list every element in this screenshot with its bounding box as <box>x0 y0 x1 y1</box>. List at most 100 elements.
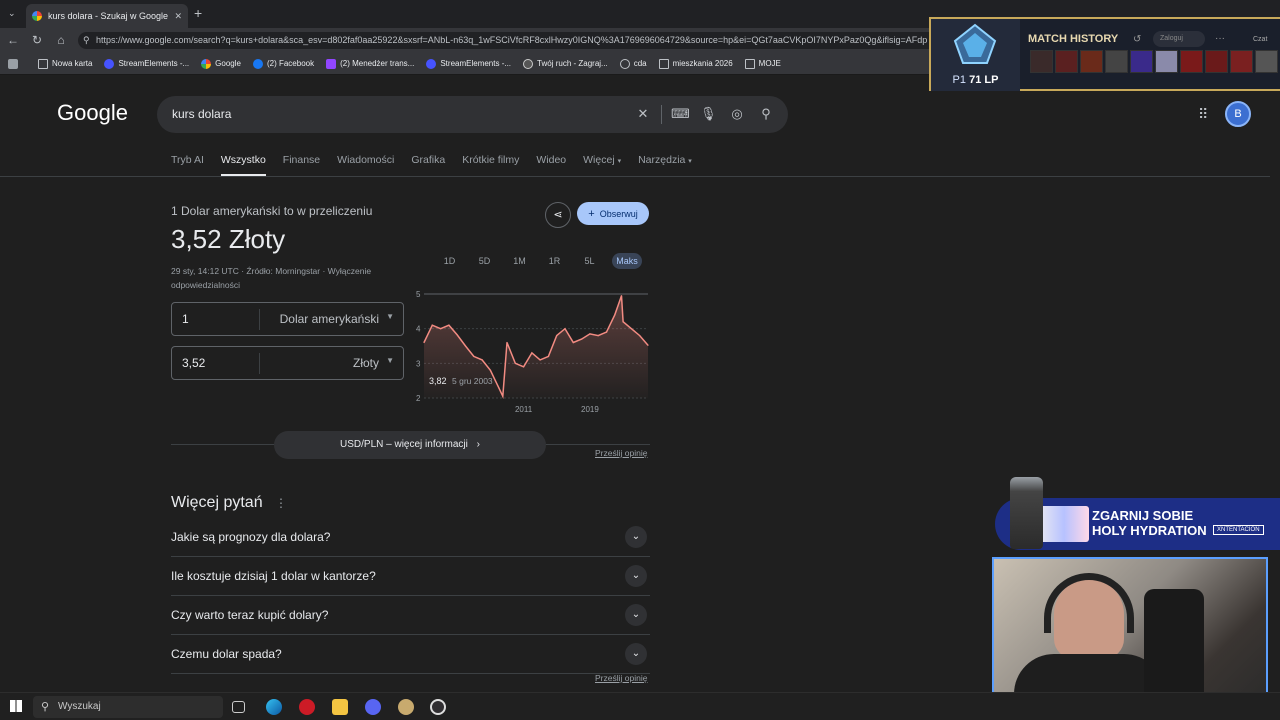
close-tab-icon[interactable]: ✕ <box>174 11 182 22</box>
more-info-button[interactable]: USD/PLN – więcej informacji › <box>274 431 546 459</box>
chevron-down-icon[interactable]: ⌄ <box>625 643 647 665</box>
to-currency-field: 3,52 Złoty ▼ <box>171 346 404 380</box>
tab-finance[interactable]: Finanse <box>283 154 320 176</box>
keyboard-icon[interactable]: ⌨ <box>671 106 690 122</box>
chart-tooltip: 3,82 5 gru 2003 <box>429 376 493 386</box>
reload-icon[interactable]: ↻ <box>30 33 44 47</box>
tab-list-chevron-icon[interactable]: ⌄ <box>8 8 16 19</box>
chart-point <box>605 331 608 333</box>
apps-grid-icon[interactable]: ⠿ <box>1198 106 1208 123</box>
browser-tab[interactable]: kurs dolara - Szukaj w Google ✕ <box>26 4 188 28</box>
chart-point <box>506 341 508 344</box>
chart-point <box>581 338 583 340</box>
obs-icon[interactable] <box>430 699 446 715</box>
home-icon[interactable]: ⌂ <box>54 33 68 47</box>
bookmark-item[interactable]: (2) Menedżer trans... <box>326 58 414 69</box>
paa-title: Więcej pytań <box>171 494 263 511</box>
file-explorer-icon[interactable] <box>332 699 348 715</box>
bookmark-item[interactable]: StreamElements -... <box>104 58 189 69</box>
chart-point <box>614 314 616 316</box>
chart-point <box>589 333 591 335</box>
tab-all[interactable]: Wszystko <box>220 154 266 176</box>
tab-videos[interactable]: Wideo <box>536 154 566 176</box>
bookmark-icon[interactable] <box>8 58 22 69</box>
converter-result: 3,52 Złoty <box>171 224 286 254</box>
taskbar-search[interactable]: ⚲ Wyszukaj <box>33 696 223 718</box>
chart-point <box>572 341 574 344</box>
to-currency-select[interactable]: Złoty <box>353 356 379 370</box>
address-bar[interactable]: https://www.google.com/search?q=kurs+dol… <box>78 32 938 49</box>
search-divider <box>661 105 662 124</box>
tab-tools[interactable]: Narzędzia ▾ <box>638 154 692 176</box>
paa-question[interactable]: Ile kosztuje dzisiaj 1 dolar w kantorze?… <box>171 557 650 596</box>
chart-point <box>464 345 467 347</box>
chevron-down-icon[interactable]: ⌄ <box>625 526 647 548</box>
google-logo[interactable]: Google <box>57 100 128 126</box>
opera-icon[interactable] <box>299 699 315 715</box>
windows-start-icon[interactable] <box>10 700 22 712</box>
back-icon[interactable]: ← <box>6 33 20 47</box>
from-currency-select[interactable]: Dolar amerykański <box>280 312 379 326</box>
league-client-icon[interactable] <box>398 699 414 715</box>
microphone-icon[interactable]: 🎙 <box>700 106 717 122</box>
windows-taskbar: ⚲ Wyszukaj <box>0 692 1280 720</box>
bookmark-item[interactable]: (2) Facebook <box>252 58 314 69</box>
chart-point <box>456 334 458 336</box>
tab-more[interactable]: Więcej ▾ <box>583 154 621 176</box>
chevron-down-icon[interactable]: ⌄ <box>625 565 647 587</box>
lens-icon[interactable]: ◎ <box>729 106 745 122</box>
history-icon: ↺ <box>1133 34 1142 45</box>
url-text: https://www.google.com/search?q=kurs+dol… <box>96 35 928 45</box>
bookmark-item[interactable]: Google <box>201 58 241 69</box>
paa-question[interactable]: Czy warto teraz kupić dolary? ⌄ <box>171 596 650 635</box>
task-view-icon[interactable] <box>232 701 245 713</box>
more-icon: ··· <box>1215 33 1225 44</box>
chart-range-selector: 1D 5D 1M 1R 5L Maks <box>432 253 642 269</box>
chevron-down-icon[interactable]: ⌄ <box>625 604 647 626</box>
paa-question[interactable]: Jakie są prognozy dla dolara? ⌄ <box>171 518 650 557</box>
follow-button[interactable]: + Obserwuj <box>577 202 649 225</box>
discord-icon[interactable] <box>365 699 381 715</box>
chart-point <box>481 359 483 361</box>
new-tab-icon[interactable]: + <box>194 5 202 21</box>
tab-ai-mode[interactable]: Tryb AI <box>171 154 204 176</box>
tab-news[interactable]: Wiadomości <box>337 154 394 176</box>
y-tick-label: 3 <box>416 359 421 368</box>
range-5d[interactable]: 5D <box>467 253 502 269</box>
search-box[interactable]: kurs dolara ✕ ⌨ 🎙 ◎ ⚲ <box>157 96 788 133</box>
range-1y[interactable]: 1R <box>537 253 572 269</box>
x-tick-label: 2011 <box>515 405 533 414</box>
bookmark-item[interactable]: Nowa karta <box>38 58 92 69</box>
tab-short-videos[interactable]: Krótkie filmy <box>462 154 519 176</box>
feedback-link[interactable]: Prześlij opinię <box>595 673 647 683</box>
avatar[interactable]: B <box>1225 101 1251 127</box>
chat-label: Czat <box>1253 36 1268 43</box>
range-5y[interactable]: 5L <box>572 253 607 269</box>
tab-images[interactable]: Grafika <box>411 154 445 176</box>
from-amount-input[interactable]: 1 <box>182 312 189 326</box>
share-button[interactable]: ⋖ <box>545 202 571 228</box>
chart-point <box>498 387 500 389</box>
more-options-icon[interactable]: ⋮ <box>275 496 287 510</box>
google-favicon-icon <box>32 11 42 21</box>
range-max[interactable]: Maks <box>612 253 642 269</box>
search-icon[interactable]: ⚲ <box>758 106 774 122</box>
range-1m[interactable]: 1M <box>502 253 537 269</box>
to-amount-input[interactable]: 3,52 <box>182 356 205 370</box>
from-currency-field: 1 Dolar amerykański ▼ <box>171 302 404 336</box>
edge-icon[interactable] <box>266 699 282 715</box>
bookmark-item[interactable]: cda <box>619 58 647 69</box>
chart-point <box>531 352 533 354</box>
bookmark-item[interactable]: StreamElements -... <box>426 58 511 69</box>
site-info-icon[interactable]: ⚲ <box>83 35 90 46</box>
feedback-link[interactable]: Prześlij opinię <box>595 448 647 458</box>
search-query[interactable]: kurs dolara <box>172 107 231 121</box>
bookmark-folder[interactable]: mieszkania 2026 <box>658 58 733 69</box>
chart-point <box>522 366 525 368</box>
bookmark-item[interactable]: Twój ruch - Zagraj... <box>523 58 608 69</box>
clear-icon[interactable]: ✕ <box>635 106 651 122</box>
range-1d[interactable]: 1D <box>432 253 467 269</box>
paa-question[interactable]: Czemu dolar spada? ⌄ <box>171 635 650 674</box>
bookmark-folder[interactable]: MOJE <box>744 58 781 69</box>
usd-pln-chart[interactable]: 5 4 3 2 2011 2019 3,82 5 gru 2003 <box>410 288 655 418</box>
